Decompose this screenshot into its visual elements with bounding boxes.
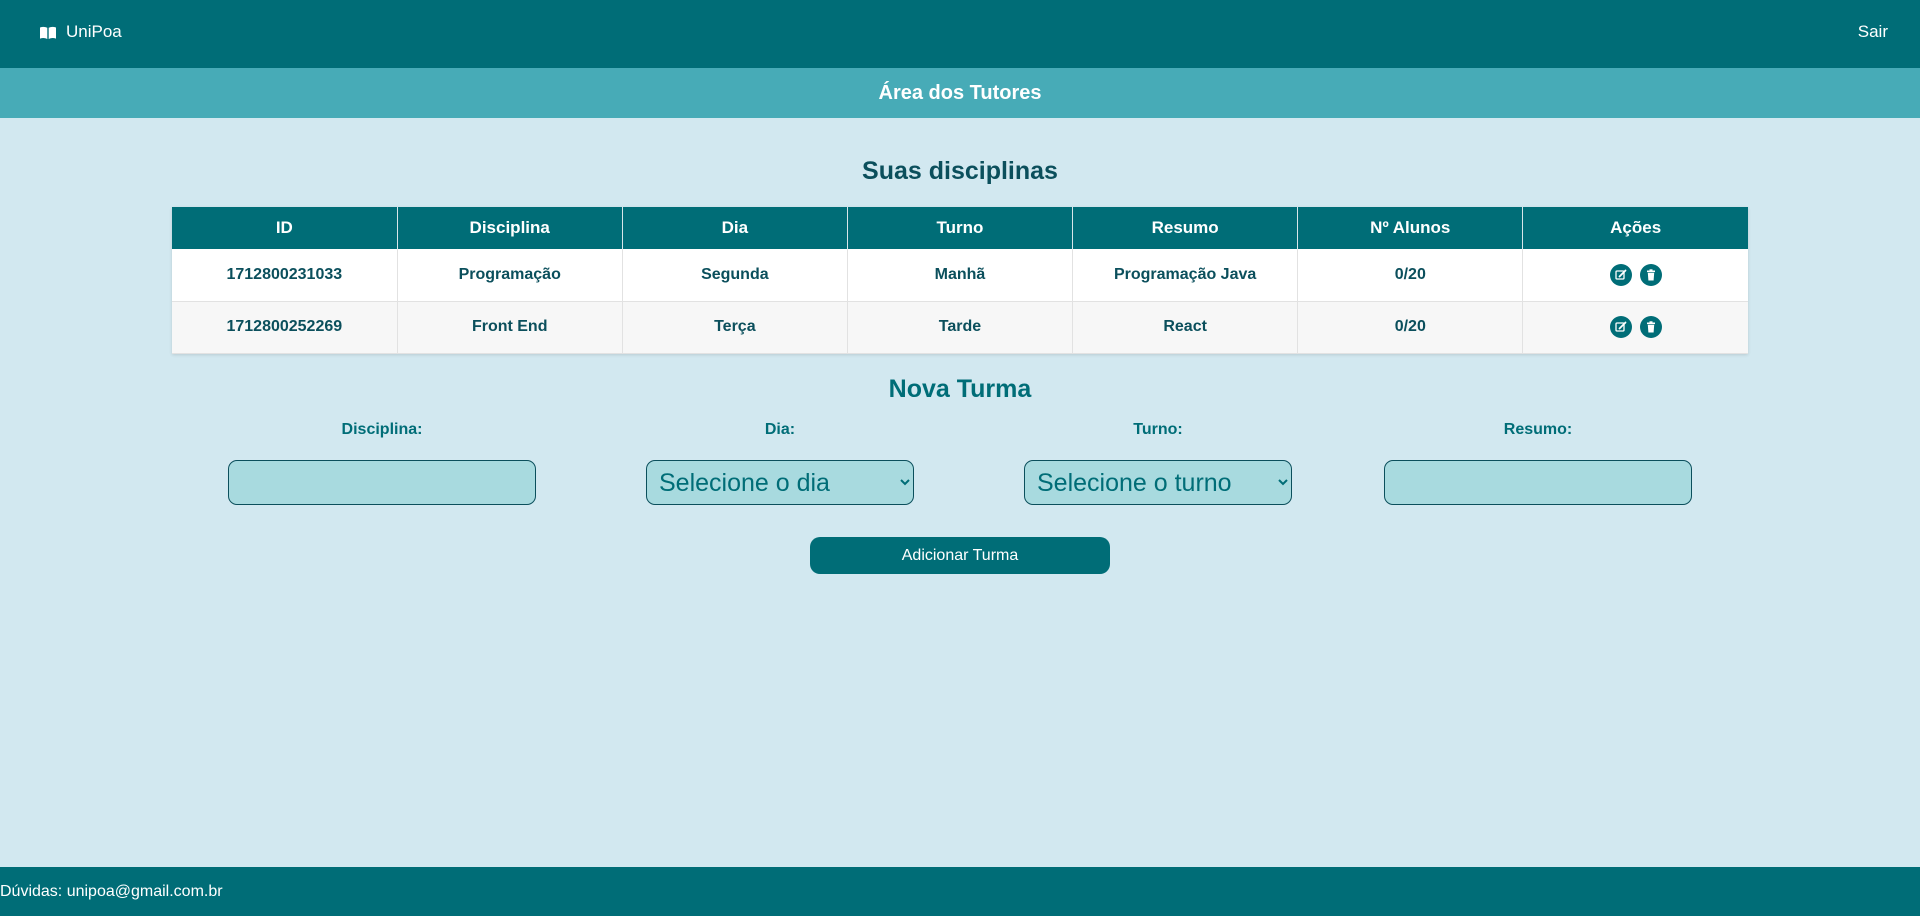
table-header-row: ID Disciplina Dia Turno Resumo Nº Alunos… (172, 207, 1748, 249)
brand-name: UniPoa (66, 22, 122, 41)
cell-id: 1712800252269 (172, 301, 398, 354)
turno-label: Turno: (1133, 421, 1183, 438)
turno-select[interactable]: Selecione o turno (1024, 460, 1292, 505)
delete-button[interactable] (1639, 316, 1662, 338)
area-title: Área dos Tutores (878, 81, 1042, 104)
cell-actions (1522, 249, 1748, 302)
resumo-field-group: Resumo: (1384, 420, 1692, 505)
cell-resumo: React (1072, 301, 1299, 354)
dia-select[interactable]: Selecione o dia (646, 460, 914, 505)
dia-label: Dia: (764, 421, 796, 438)
cell-turno: Tarde (847, 301, 1074, 354)
column-header-resumo: Resumo (1072, 207, 1299, 249)
brand[interactable]: UniPoa (40, 22, 122, 42)
cell-alunos: 0/20 (1297, 301, 1524, 354)
top-navbar: UniPoa Sair (0, 0, 1920, 68)
footer: Dúvidas: unipoa@gmail.com.br (0, 867, 1920, 916)
edit-icon (1615, 269, 1627, 280)
book-icon (40, 26, 56, 39)
table-row: 1712800252269 Front End Terça Tarde Reac… (172, 301, 1748, 354)
resumo-label: Resumo: (1503, 421, 1573, 438)
disciplines-title: Suas disciplinas (862, 157, 1058, 185)
delete-button[interactable] (1639, 263, 1662, 286)
logout-link[interactable]: Sair (1858, 22, 1888, 42)
dia-field-group: Dia: Selecione o dia (646, 420, 914, 505)
cell-turno: Manhã (847, 249, 1074, 302)
turno-field-group: Turno: Selecione o turno (1024, 420, 1292, 505)
disciplina-input[interactable] (228, 460, 536, 505)
resumo-input[interactable] (1384, 460, 1692, 505)
disciplina-label: Disciplina: (341, 421, 423, 438)
area-banner: Área dos Tutores (0, 68, 1920, 118)
column-header-alunos: Nº Alunos (1297, 207, 1524, 249)
trash-icon (1646, 321, 1655, 333)
edit-button[interactable] (1609, 263, 1632, 286)
disciplines-table: ID Disciplina Dia Turno Resumo Nº Alunos… (172, 207, 1748, 354)
edit-button[interactable] (1609, 316, 1632, 338)
column-header-acoes: Ações (1522, 207, 1748, 249)
cell-alunos: 0/20 (1297, 249, 1524, 302)
table-row: 1712800231033 Programação Segunda Manhã … (172, 249, 1748, 302)
row-actions (1523, 263, 1748, 286)
disciplina-field-group: Disciplina: (228, 420, 536, 505)
column-header-id: ID (172, 207, 398, 249)
footer-contact: Dúvidas: unipoa@gmail.com.br (0, 882, 223, 900)
cell-dia: Terça (622, 301, 848, 354)
cell-id: 1712800231033 (172, 249, 398, 302)
new-class-title: Nova Turma (888, 375, 1032, 403)
cell-actions (1522, 301, 1748, 354)
column-header-disciplina: Disciplina (397, 207, 623, 249)
cell-disciplina: Front End (397, 301, 623, 354)
row-actions (1523, 316, 1748, 338)
cell-resumo: Programação Java (1072, 249, 1299, 302)
edit-icon (1615, 321, 1627, 332)
column-header-turno: Turno (847, 207, 1074, 249)
trash-icon (1646, 269, 1655, 281)
cell-disciplina: Programação (397, 249, 623, 302)
add-class-button[interactable]: Adicionar Turma (810, 537, 1110, 574)
column-header-dia: Dia (622, 207, 848, 249)
cell-dia: Segunda (622, 249, 848, 302)
